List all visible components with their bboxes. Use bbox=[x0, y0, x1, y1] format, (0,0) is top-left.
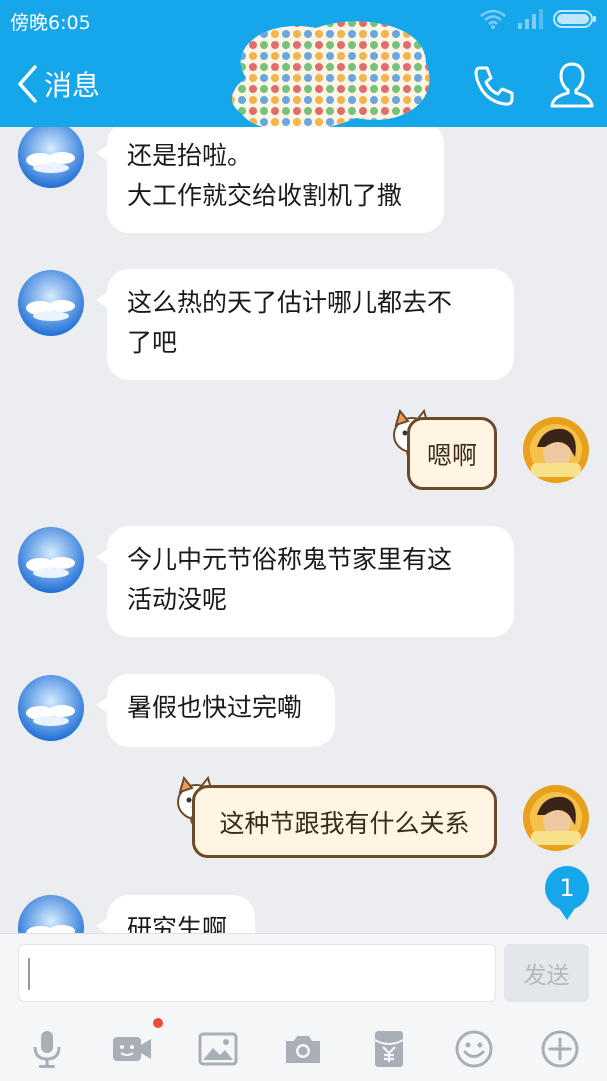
contact-avatar[interactable] bbox=[18, 675, 84, 741]
battery-icon bbox=[553, 10, 596, 28]
message-text: 这种节跟我有什么关系 bbox=[219, 808, 470, 838]
contact-avatar[interactable] bbox=[18, 895, 84, 933]
signal-icon bbox=[518, 9, 543, 29]
send-button[interactable]: 发送 bbox=[504, 944, 589, 1002]
camera-button[interactable] bbox=[278, 1024, 328, 1074]
plus-button[interactable] bbox=[535, 1024, 585, 1074]
my-avatar[interactable] bbox=[523, 417, 589, 483]
message-bubble[interactable]: 暑假也快过完嘞 bbox=[96, 674, 335, 747]
chat-area[interactable]: 还是抬啦。 大工作就交给收割机了撒 这么热的天了估计哪儿都去不 了吧 嗯啊 今儿… bbox=[0, 127, 607, 933]
image-button[interactable] bbox=[193, 1024, 243, 1074]
message-line: 今儿中元节俗称鬼节家里有这 bbox=[127, 545, 453, 574]
message-bubble[interactable]: 研究生啊 bbox=[96, 895, 255, 933]
sticker-message-bubble[interactable]: 这种节跟我有什么关系 bbox=[192, 785, 497, 858]
sticker-message-bubble[interactable]: 嗯啊 bbox=[407, 417, 497, 490]
message-bubble[interactable]: 这么热的天了估计哪儿都去不 了吧 bbox=[96, 269, 514, 380]
chevron-left-icon bbox=[18, 65, 37, 103]
contact-avatar[interactable] bbox=[18, 127, 84, 188]
phone-icon[interactable] bbox=[470, 62, 518, 110]
status-icons bbox=[479, 8, 597, 30]
message-bubble[interactable]: 还是抬啦。 大工作就交给收割机了撒 bbox=[96, 127, 444, 233]
message-line: 暑假也快过完嘞 bbox=[127, 693, 303, 722]
message-line: 这么热的天了估计哪儿都去不 bbox=[127, 288, 453, 317]
message-text: 嗯啊 bbox=[426, 440, 477, 470]
contact-avatar[interactable] bbox=[18, 270, 84, 336]
plus-icon bbox=[541, 1030, 579, 1068]
profile-icon[interactable] bbox=[548, 60, 596, 110]
text-caret bbox=[28, 958, 30, 990]
mic-button[interactable] bbox=[22, 1024, 72, 1074]
input-bar: 发送 bbox=[0, 933, 607, 1081]
camera-icon bbox=[286, 1036, 320, 1063]
mic-icon bbox=[33, 1031, 61, 1068]
unread-badge[interactable]: 1 bbox=[545, 866, 589, 920]
emoji-icon bbox=[455, 1030, 493, 1068]
notification-dot bbox=[153, 1018, 163, 1028]
red-packet-button[interactable] bbox=[364, 1024, 414, 1074]
message-input[interactable] bbox=[18, 944, 496, 1002]
message-line: 大工作就交给收割机了撒 bbox=[127, 181, 403, 210]
message-line: 活动没呢 bbox=[127, 585, 228, 614]
contact-avatar[interactable] bbox=[18, 527, 84, 593]
my-avatar[interactable] bbox=[523, 785, 589, 851]
wifi-icon bbox=[480, 9, 506, 29]
back-button[interactable]: 消息 bbox=[16, 60, 100, 108]
red-packet-icon bbox=[374, 1031, 404, 1067]
message-bubble[interactable]: 今儿中元节俗称鬼节家里有这 活动没呢 bbox=[96, 526, 514, 637]
emoji-button[interactable] bbox=[449, 1024, 499, 1074]
video-call-icon bbox=[113, 1037, 151, 1061]
message-line: 还是抬啦。 bbox=[127, 141, 253, 170]
message-line: 研究生啊 bbox=[127, 914, 228, 933]
status-time: 傍晚6:05 bbox=[10, 12, 91, 34]
back-label: 消息 bbox=[44, 69, 101, 102]
polka-dot-title-sticker bbox=[231, 21, 430, 131]
top-bar: 傍晚6:05 消息 bbox=[0, 0, 607, 131]
video-call-button[interactable] bbox=[107, 1024, 157, 1074]
message-line: 了吧 bbox=[127, 328, 178, 357]
image-icon bbox=[198, 1032, 238, 1066]
